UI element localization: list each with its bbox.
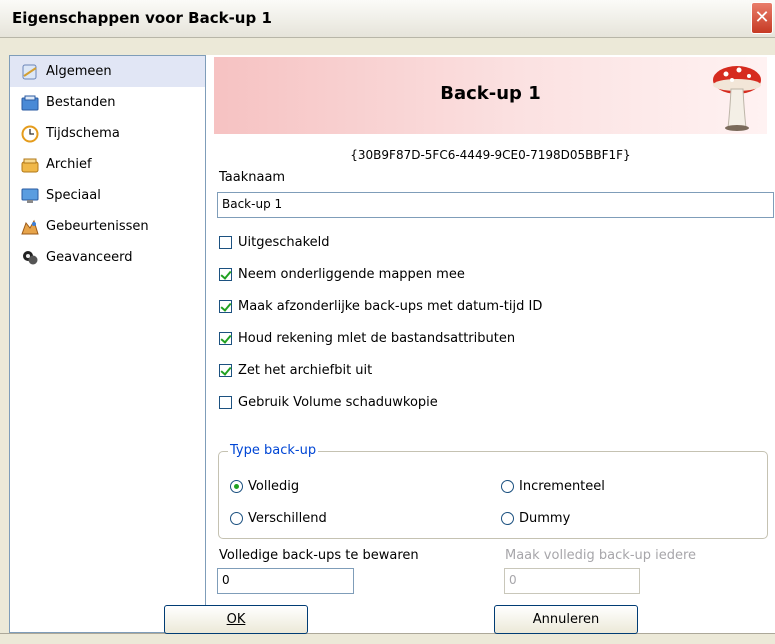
- nav-item-speciaal[interactable]: Speciaal: [10, 180, 205, 211]
- mushroom-icon: [711, 60, 763, 135]
- nav-item-geavanceerd[interactable]: Geavanceerd: [10, 242, 205, 273]
- keep-full-input[interactable]: 0: [217, 568, 354, 594]
- radio-incrementeel[interactable]: Incrementeel: [501, 479, 605, 494]
- nav-item-bestanden[interactable]: Bestanden: [10, 87, 205, 118]
- nav-item-algemeen[interactable]: Algemeen: [10, 56, 205, 87]
- task-title: Back-up 1: [440, 83, 541, 104]
- cancel-button[interactable]: Annuleren: [494, 605, 638, 634]
- checkbox-label: Gebruik Volume schaduwkopie: [238, 395, 438, 410]
- backup-type-legend: Type back-up: [228, 443, 319, 458]
- cancel-label: Annuleren: [532, 612, 600, 627]
- checkbox-file-attributes[interactable]: Houd rekening mlet de bastandsattributen: [219, 331, 515, 346]
- archive-icon: [20, 156, 40, 174]
- checkbox-archive-bit[interactable]: Zet het archiefbit uit: [219, 363, 372, 378]
- monitor-icon: [20, 187, 40, 205]
- checkbox-box[interactable]: [219, 364, 232, 377]
- radio-button[interactable]: [501, 480, 514, 493]
- task-guid: {30B9F87D-5FC6-4449-9CE0-7198D05BBF1F}: [350, 148, 631, 162]
- nav-label: Algemeen: [46, 64, 112, 79]
- nav-item-gebeurtenissen[interactable]: Gebeurtenissen: [10, 211, 205, 242]
- checkbox-shadow-copy[interactable]: Gebruik Volume schaduwkopie: [219, 395, 438, 410]
- checkbox-datetime-id[interactable]: Maak afzonderlijke back-ups met datum-ti…: [219, 299, 542, 314]
- nav-label: Gebeurtenissen: [46, 219, 149, 234]
- radio-button[interactable]: [230, 480, 243, 493]
- task-name-label: Taaknaam: [219, 170, 286, 185]
- checkbox-box[interactable]: [219, 300, 232, 313]
- checkbox-label: Uitgeschakeld: [238, 235, 330, 250]
- category-list: Algemeen Bestanden Tijdschema Archief Sp…: [9, 55, 206, 633]
- files-icon: [20, 94, 40, 112]
- radio-verschillend[interactable]: Verschillend: [230, 511, 327, 526]
- nav-label: Geavanceerd: [46, 250, 133, 265]
- ok-label: OK: [226, 612, 246, 627]
- checkbox-box[interactable]: [219, 396, 232, 409]
- checkbox-box[interactable]: [219, 332, 232, 345]
- radio-button[interactable]: [501, 512, 514, 525]
- checkbox-label: Zet het archiefbit uit: [238, 363, 373, 378]
- general-icon: [20, 63, 40, 81]
- radio-volledig[interactable]: Volledig: [230, 479, 299, 494]
- title-bar: Eigenschappen voor Back-up 1 ✕: [0, 0, 775, 38]
- checkbox-uitgeschakeld[interactable]: Uitgeschakeld: [219, 235, 330, 250]
- nav-label: Archief: [46, 157, 92, 172]
- backup-type-group: Type back-up Volledig Incrementeel Versc…: [218, 443, 768, 539]
- radio-label: Incrementeel: [519, 479, 605, 494]
- header-banner: Back-up 1: [214, 57, 767, 134]
- nav-label: Tijdschema: [46, 126, 120, 141]
- checkbox-box[interactable]: [219, 236, 232, 249]
- advanced-icon: [20, 249, 40, 267]
- checkbox-label: Houd rekening mlet de bastandsattributen: [238, 331, 516, 346]
- window-title: Eigenschappen voor Back-up 1: [12, 9, 272, 27]
- task-name-input[interactable]: Back-up 1: [217, 192, 774, 218]
- checkbox-subfolders[interactable]: Neem onderliggende mappen mee: [219, 267, 465, 282]
- footer-separator: [0, 633, 775, 634]
- full-every-input: 0: [504, 568, 640, 594]
- keep-full-label: Volledige back-ups te bewaren: [219, 548, 419, 563]
- nav-item-archief[interactable]: Archief: [10, 149, 205, 180]
- radio-label: Dummy: [519, 511, 571, 526]
- checkbox-label: Maak afzonderlijke back-ups met datum-ti…: [238, 299, 543, 314]
- checkbox-box[interactable]: [219, 268, 232, 281]
- radio-label: Verschillend: [248, 511, 327, 526]
- nav-item-tijdschema[interactable]: Tijdschema: [10, 118, 205, 149]
- radio-dummy[interactable]: Dummy: [501, 511, 570, 526]
- clock-icon: [20, 125, 40, 143]
- close-button[interactable]: ✕: [751, 2, 773, 34]
- radio-label: Volledig: [248, 479, 300, 494]
- settings-panel: Back-up 1 {30B9F87D-5FC6-4449-9CE0-7198D…: [206, 55, 775, 633]
- nav-label: Bestanden: [46, 95, 116, 110]
- events-icon: [20, 218, 40, 236]
- dialog-body: Algemeen Bestanden Tijdschema Archief Sp…: [0, 38, 775, 644]
- full-every-label: Maak volledig back-up iedere: [505, 548, 697, 563]
- radio-button[interactable]: [230, 512, 243, 525]
- checkbox-label: Neem onderliggende mappen mee: [238, 267, 465, 282]
- nav-label: Speciaal: [46, 188, 101, 203]
- ok-button[interactable]: OK: [164, 605, 308, 634]
